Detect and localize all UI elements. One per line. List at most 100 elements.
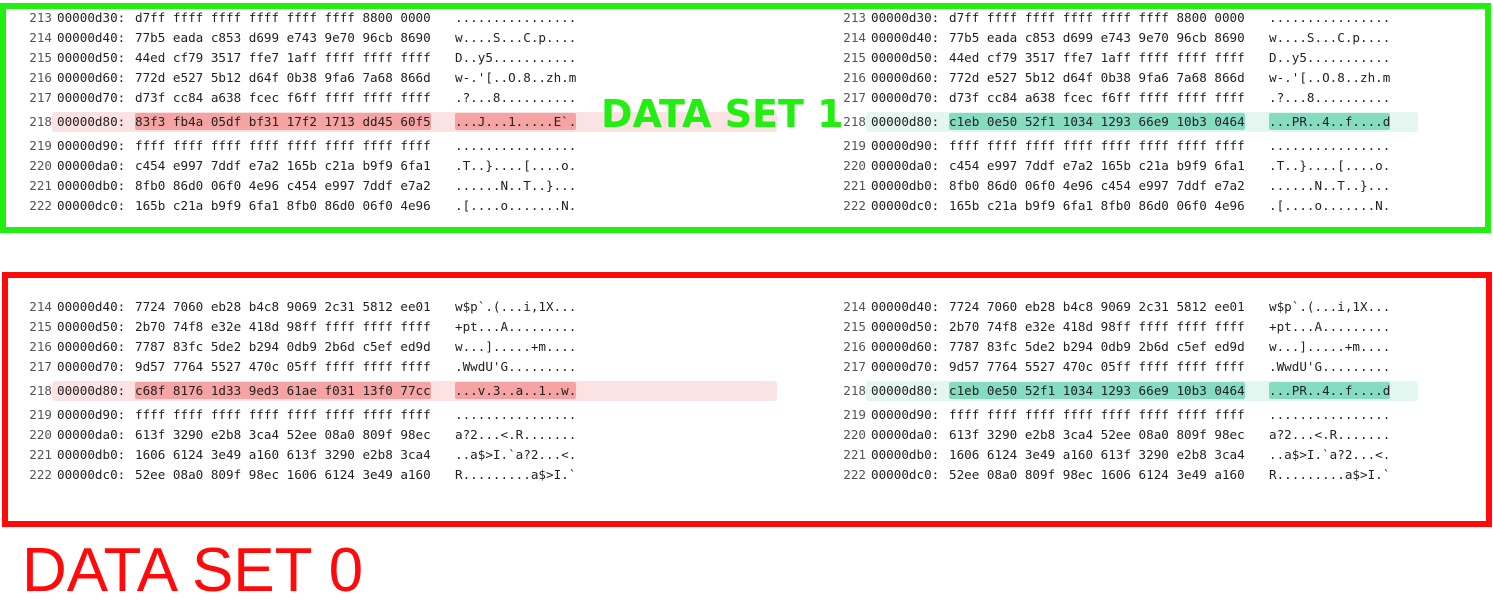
diff-mark: 83f3 fb4a 05df bf31 17f2 1713 dd45 60f5 <box>135 113 431 130</box>
offset: 00000dc0: <box>57 467 126 482</box>
diff-mark: c68f 8176 1d33 9ed3 61ae f031 13f0 77cc <box>135 382 431 399</box>
hex-bytes: 2b70 74f8 e32e 418d 98ff ffff ffff ffff <box>135 319 431 334</box>
ascii-text: ................ <box>1269 407 1391 422</box>
offset: 00000da0: <box>57 427 126 442</box>
ascii-text: D..y5........... <box>455 50 577 65</box>
offset: 00000d40: <box>871 299 940 314</box>
hex-bytes: 77b5 eada c853 d699 e743 9e70 96cb 8690 <box>135 30 431 45</box>
data-set-1-label: DATA SET 1 <box>601 92 844 136</box>
ascii-text: ..a$>I.`a?2...<. <box>1269 447 1391 462</box>
line-number: 213 <box>29 10 52 25</box>
hex-bytes: 2b70 74f8 e32e 418d 98ff ffff ffff ffff <box>949 319 1245 334</box>
offset: 00000d80: <box>871 114 940 129</box>
offset: 00000da0: <box>871 427 940 442</box>
offset: 00000d50: <box>57 319 126 334</box>
ascii-text: .?...8.......... <box>455 90 577 105</box>
ascii-text: +pt...A......... <box>1269 319 1391 334</box>
ascii-text: w$p`.(...i,1X... <box>1269 299 1391 314</box>
offset: 00000db0: <box>871 178 940 193</box>
hex-bytes: 165b c21a b9f9 6fa1 8fb0 86d0 06f0 4e96 <box>949 198 1245 213</box>
hex-bytes: 77b5 eada c853 d699 e743 9e70 96cb 8690 <box>949 30 1245 45</box>
hex-bytes: 9d57 7764 5527 470c 05ff ffff ffff ffff <box>949 359 1245 374</box>
hex-bytes: 52ee 08a0 809f 98ec 1606 6124 3e49 a160 <box>135 467 431 482</box>
offset: 00000d90: <box>871 407 940 422</box>
offset: 00000d40: <box>57 30 126 45</box>
hex-bytes: c454 e997 7ddf e7a2 165b c21a b9f9 6fa1 <box>135 158 431 173</box>
line-number: 222 <box>29 198 52 213</box>
ascii-text: ...J...1.....E`. <box>455 113 577 131</box>
hex-bytes: 7787 83fc 5de2 b294 0db9 2b6d c5ef ed9d <box>949 339 1245 354</box>
ascii-text: ...PR..4..f....d <box>1269 382 1391 400</box>
ascii-text: ................ <box>1269 10 1391 25</box>
line-number: 214 <box>843 30 866 45</box>
ascii-text: w....S...C.p.... <box>455 30 577 45</box>
offset: 00000d80: <box>871 383 940 398</box>
hex-bytes: ffff ffff ffff ffff ffff ffff ffff ffff <box>135 138 431 153</box>
ascii-text: ...PR..4..f....d <box>1269 113 1391 131</box>
offset: 00000d70: <box>57 90 126 105</box>
ascii-text: .?...8.......... <box>1269 90 1391 105</box>
line-number: 217 <box>843 359 866 374</box>
ascii-text: .WwdU'G......... <box>455 359 577 374</box>
offset: 00000d90: <box>57 407 126 422</box>
ascii-text: ................ <box>1269 138 1391 153</box>
ascii-text: w...].....+m.... <box>455 339 577 354</box>
line-number: 220 <box>29 158 52 173</box>
line-number: 218 <box>843 383 866 398</box>
ascii-text: ..a$>I.`a?2...<. <box>455 447 577 462</box>
hex-bytes: c1eb 0e50 52f1 1034 1293 66e9 10b3 0464 <box>949 113 1245 131</box>
line-number: 215 <box>843 50 866 65</box>
offset: 00000db0: <box>871 447 940 462</box>
line-number: 214 <box>29 299 52 314</box>
hex-bytes: 165b c21a b9f9 6fa1 8fb0 86d0 06f0 4e96 <box>135 198 431 213</box>
offset: 00000dc0: <box>871 467 940 482</box>
line-number: 221 <box>843 447 866 462</box>
ascii-text: ......N..T..}... <box>455 178 577 193</box>
hex-bytes: d7ff ffff ffff ffff ffff ffff 8800 0000 <box>135 10 431 25</box>
hex-bytes: d73f cc84 a638 fcec f6ff ffff ffff ffff <box>135 90 431 105</box>
line-number: 221 <box>29 447 52 462</box>
hex-bytes: 44ed cf79 3517 ffe7 1aff ffff ffff ffff <box>949 50 1245 65</box>
line-number: 216 <box>29 70 52 85</box>
hex-bytes: 7787 83fc 5de2 b294 0db9 2b6d c5ef ed9d <box>135 339 431 354</box>
offset: 00000d80: <box>57 383 126 398</box>
line-number: 214 <box>843 299 866 314</box>
line-number: 221 <box>843 178 866 193</box>
hex-bytes: c1eb 0e50 52f1 1034 1293 66e9 10b3 0464 <box>949 382 1245 400</box>
hex-bytes: 7724 7060 eb28 b4c8 9069 2c31 5812 ee01 <box>135 299 431 314</box>
ascii-text: a?2...<.R....... <box>455 427 577 442</box>
ascii-text: w....S...C.p.... <box>1269 30 1391 45</box>
offset: 00000da0: <box>871 158 940 173</box>
ascii-text: .T..}....[....o. <box>455 158 577 173</box>
offset: 00000d30: <box>871 10 940 25</box>
hex-bytes: ffff ffff ffff ffff ffff ffff ffff ffff <box>949 407 1245 422</box>
hex-bytes: 1606 6124 3e49 a160 613f 3290 e2b8 3ca4 <box>949 447 1245 462</box>
hex-bytes: ffff ffff ffff ffff ffff ffff ffff ffff <box>135 407 431 422</box>
offset: 00000d50: <box>57 50 126 65</box>
line-number: 220 <box>843 427 866 442</box>
line-number: 220 <box>843 158 866 173</box>
hex-bytes: 772d e527 5b12 d64f 0b38 9fa6 7a68 866d <box>135 70 431 85</box>
line-number: 218 <box>29 114 52 129</box>
offset: 00000d70: <box>871 90 940 105</box>
hex-bytes: 83f3 fb4a 05df bf31 17f2 1713 dd45 60f5 <box>135 113 431 131</box>
offset: 00000d60: <box>871 339 940 354</box>
line-number: 217 <box>29 359 52 374</box>
hex-bytes: 613f 3290 e2b8 3ca4 52ee 08a0 809f 98ec <box>135 427 431 442</box>
ascii-text: ................ <box>455 10 577 25</box>
ascii-text: R.........a$>I.` <box>1269 467 1391 482</box>
hex-bytes: 772d e527 5b12 d64f 0b38 9fa6 7a68 866d <box>949 70 1245 85</box>
ascii-text: R.........a$>I.` <box>455 467 577 482</box>
offset: 00000d60: <box>871 70 940 85</box>
ascii-text: +pt...A......... <box>455 319 577 334</box>
hex-bytes: 44ed cf79 3517 ffe7 1aff ffff ffff ffff <box>135 50 431 65</box>
line-number: 220 <box>29 427 52 442</box>
line-number: 215 <box>29 319 52 334</box>
ascii-text: ................ <box>455 407 577 422</box>
line-number: 216 <box>843 339 866 354</box>
hex-bytes: c68f 8176 1d33 9ed3 61ae f031 13f0 77cc <box>135 382 431 400</box>
ascii-text: ...v.3..a..1..w. <box>455 382 577 400</box>
offset: 00000dc0: <box>57 198 126 213</box>
diff-mark: ...v.3..a..1..w. <box>455 382 577 399</box>
offset: 00000d90: <box>871 138 940 153</box>
